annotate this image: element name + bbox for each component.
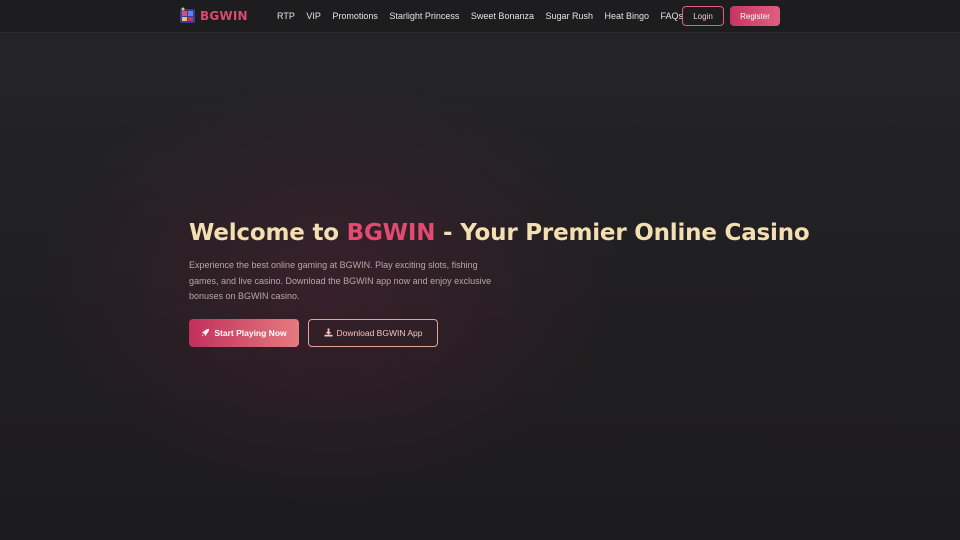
hero-title-brand: BGWIN (346, 220, 436, 246)
nav-item-sweet-bonanza[interactable]: Sweet Bonanza (471, 11, 534, 21)
register-button[interactable]: Register (730, 6, 780, 26)
hero-title-prefix: Welcome to (189, 220, 347, 246)
start-playing-label: Start Playing Now (214, 327, 287, 338)
nav-item-vip[interactable]: VIP (306, 11, 321, 21)
download-icon (323, 328, 333, 337)
login-button[interactable]: Login (682, 6, 724, 26)
auth-buttons: Login Register (682, 6, 780, 26)
hero-title: Welcome to BGWIN - Your Premier Online C… (189, 218, 810, 248)
hero-cta-group: Start Playing Now Download BGWIN App (189, 318, 789, 347)
site-header: BGWIN RTP VIP Promotions Starlight Princ… (0, 0, 960, 33)
nav-item-heat-bingo[interactable]: Heat Bingo (605, 11, 650, 21)
download-app-label: Download BGWIN App (336, 327, 423, 338)
hero-section: Welcome to BGWIN - Your Premier Online C… (189, 218, 810, 347)
nav-item-rtp[interactable]: RTP (277, 11, 295, 21)
nav-item-promotions[interactable]: Promotions (332, 11, 378, 21)
start-playing-button[interactable]: Start Playing Now (189, 318, 299, 347)
download-app-button[interactable]: Download BGWIN App (308, 318, 438, 347)
rocket-icon (201, 328, 210, 337)
hero-description: Experience the best online gaming at BGW… (189, 260, 492, 301)
logo-icon (179, 7, 196, 24)
site-logo[interactable]: BGWIN (179, 7, 248, 24)
nav-item-faqs[interactable]: FAQs (661, 11, 684, 21)
nav-item-sugar-rush[interactable]: Sugar Rush (545, 11, 593, 21)
main-nav: RTP VIP Promotions Starlight Princess Sw… (277, 0, 695, 32)
logo-text: BGWIN (200, 8, 248, 23)
hero-title-suffix: - Your Premier Online Casino (435, 220, 810, 246)
nav-item-starlight-princess[interactable]: Starlight Princess (389, 11, 459, 21)
